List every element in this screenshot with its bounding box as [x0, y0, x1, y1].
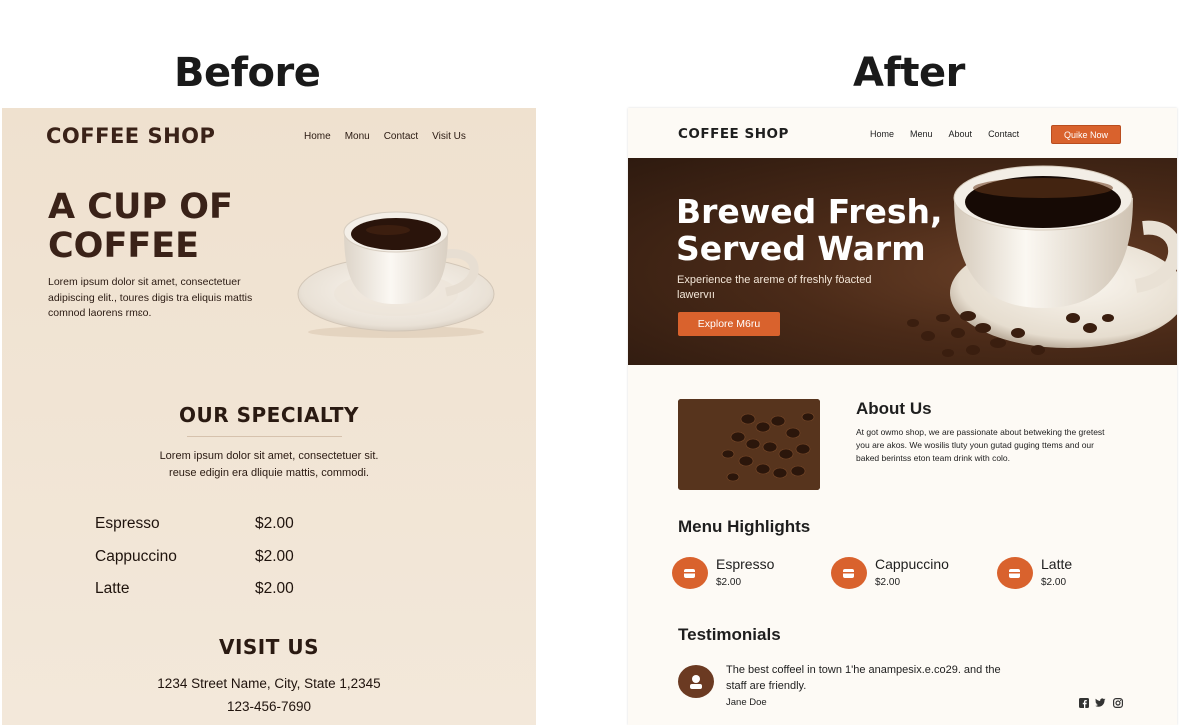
- coffee-beans-image: [678, 399, 820, 490]
- menu-item-name: Latte: [1041, 556, 1073, 572]
- phone: 123-456-7690: [226, 699, 312, 714]
- user-avatar-icon: [678, 665, 714, 698]
- visit-title: VISIT US: [218, 635, 319, 659]
- site-logo[interactable]: COFFEE SHOP: [678, 126, 789, 142]
- menu-item-name: Latte: [95, 580, 130, 598]
- instagram-icon[interactable]: [1112, 697, 1123, 708]
- menu-item-price: $2.00: [255, 580, 294, 598]
- menu-highlight-item[interactable]: Espresso $2.00: [672, 555, 774, 589]
- menu-item-price: $2.00: [716, 577, 742, 588]
- nav-contact[interactable]: Contact: [988, 129, 1019, 139]
- social-links: [1078, 697, 1123, 708]
- site-logo[interactable]: COFFEE SHOP: [46, 124, 215, 148]
- specialty-title: OUR SPECIALTY: [179, 403, 359, 427]
- specialty-text: Lorem ipsum dolor sit amet, consectetuer…: [2, 448, 536, 482]
- coffee-cup-image: [296, 204, 496, 339]
- menu-item-price: $2.00: [875, 577, 901, 588]
- menu-item-name: Cappuccino: [95, 547, 177, 565]
- menu-item-price: $2.00: [255, 515, 294, 533]
- specialty-text-line: reuse edigin era dliquie mattis, commodi…: [169, 467, 369, 479]
- nav-menu[interactable]: Menu: [910, 129, 933, 139]
- menu-item-name: Espresso: [95, 515, 160, 533]
- nav-home[interactable]: Home: [304, 131, 331, 142]
- menu-highlight-item[interactable]: Cappuccino $2.00: [831, 555, 949, 589]
- hero-title-line: Brewed Fresh,: [676, 192, 943, 231]
- testimonial-quote: The best coffeel in town 1'he anampesix.…: [726, 664, 1001, 692]
- menu-item-price: $2.00: [255, 547, 294, 565]
- hero-text: Experience the areme of freshly föacted …: [677, 274, 872, 301]
- twitter-icon[interactable]: [1095, 697, 1106, 708]
- after-mockup: COFFEE SHOP Home Menu About Contact Quik…: [628, 108, 1177, 725]
- about-title: About Us: [856, 399, 932, 418]
- nav-contact[interactable]: Contact: [384, 131, 418, 142]
- explore-menu-button[interactable]: Explore M6ru: [678, 312, 780, 336]
- menu-item-name: Cappuccino: [875, 556, 949, 572]
- main-nav: Home Monu Contact Visit Us: [304, 131, 466, 142]
- hero-banner: Brewed Fresh, Served Warm Experience the…: [628, 158, 1177, 365]
- menu-highlights-title: Menu Highlights: [678, 517, 811, 536]
- testimonials-title: Testimonials: [678, 625, 781, 644]
- coffee-cup-icon: [672, 557, 708, 589]
- specialty-text-line: Lorem ipsum dolor sit amet, consectetuer…: [159, 450, 379, 462]
- before-label: Before: [174, 50, 321, 96]
- after-label: After: [853, 50, 965, 96]
- divider: [187, 436, 342, 437]
- testimonial-author: Jane Doe: [726, 697, 767, 708]
- hero-text: Lorem ipsum dolor sit amet, consectetuer…: [48, 276, 253, 319]
- nav-about[interactable]: About: [949, 129, 973, 139]
- hero-title: Brewed Fresh, Served Warm: [676, 193, 943, 267]
- coffee-cup-icon: [831, 557, 867, 589]
- coffee-cup-icon: [997, 557, 1033, 589]
- menu-item: Cappuccino $2.00: [95, 541, 355, 574]
- nav-menu[interactable]: Monu: [345, 131, 370, 142]
- nav-visit-us[interactable]: Visit Us: [432, 131, 466, 142]
- hero-title-line: Served Warm: [676, 229, 926, 268]
- menu-item: Latte $2.00: [95, 573, 355, 606]
- nav-home[interactable]: Home: [870, 129, 894, 139]
- menu-item-name: Espresso: [716, 556, 775, 572]
- menu-item: Espresso $2.00: [95, 508, 355, 541]
- menu-highlight-item[interactable]: Latte $2.00: [997, 555, 1072, 589]
- hero-title: A CUP OF COFFEE: [48, 187, 233, 266]
- facebook-icon[interactable]: [1078, 697, 1089, 708]
- menu-item-price: $2.00: [1041, 577, 1067, 588]
- before-mockup: COFFEE SHOP Home Monu Contact Visit Us A…: [2, 108, 536, 725]
- order-now-button[interactable]: Quike Now: [1051, 125, 1121, 144]
- address: 1234 Street Name, City, State 1,2345: [157, 676, 381, 691]
- menu-list: Espresso $2.00 Cappuccino $2.00 Latte $2…: [95, 508, 355, 606]
- about-text: At got owmo shop, we are passionate abou…: [856, 427, 1105, 463]
- main-nav: Home Menu About Contact: [870, 129, 1019, 139]
